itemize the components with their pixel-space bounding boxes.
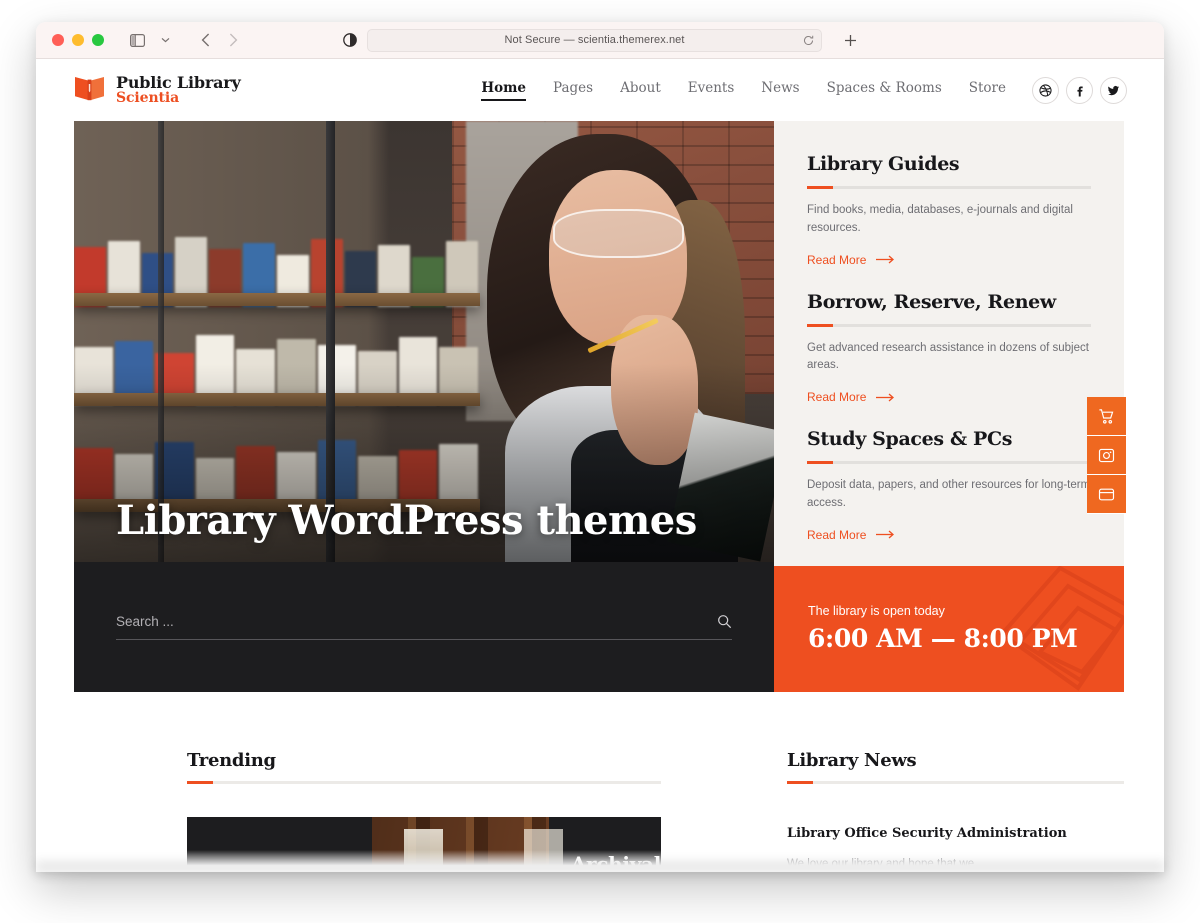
nav-item-about[interactable]: About bbox=[620, 80, 661, 101]
brand-subname: Scientia bbox=[116, 90, 180, 107]
guide-description: Deposit data, papers, and other resource… bbox=[807, 479, 1091, 510]
facebook-icon[interactable] bbox=[1066, 76, 1093, 104]
social-links bbox=[1032, 76, 1127, 104]
read-more-label: Read More bbox=[807, 252, 867, 267]
window-controls bbox=[52, 34, 104, 46]
cart-icon[interactable] bbox=[1087, 397, 1126, 436]
url-text: Not Secure — scientia.themerex.net bbox=[504, 34, 685, 46]
trending-title: Trending bbox=[187, 750, 276, 771]
arrow-right-icon bbox=[876, 255, 895, 264]
minimize-window-button[interactable] bbox=[72, 34, 84, 46]
new-tab-button[interactable] bbox=[844, 34, 857, 47]
divider bbox=[807, 323, 1091, 327]
read-more-link[interactable]: Read More bbox=[807, 390, 895, 404]
guide-card: Borrow, Reserve, Renew Get advanced rese… bbox=[807, 291, 1091, 407]
nav-item-pages[interactable]: Pages bbox=[553, 80, 593, 101]
hours-value: 6:00 AM — 8:00 PM bbox=[808, 624, 1078, 654]
guide-title: Borrow, Reserve, Renew bbox=[807, 290, 1056, 313]
brand-name: Public Library bbox=[116, 72, 241, 92]
divider bbox=[807, 461, 1091, 465]
dribbble-icon[interactable] bbox=[1032, 76, 1059, 104]
news-item-title[interactable]: Library Office Security Administration bbox=[787, 825, 1124, 844]
site-logo[interactable]: Public Library Scientia bbox=[74, 74, 241, 106]
guide-title: Study Spaces & PCs bbox=[807, 428, 1013, 451]
nav-item-news[interactable]: News bbox=[761, 80, 799, 101]
guide-title: Library Guides bbox=[807, 153, 960, 175]
divider bbox=[187, 781, 661, 784]
read-more-link[interactable]: Read More bbox=[807, 253, 895, 267]
sidebar-icon[interactable] bbox=[124, 28, 150, 52]
browser-titlebar: Not Secure — scientia.themerex.net bbox=[36, 22, 1164, 59]
contrast-icon[interactable] bbox=[343, 33, 357, 47]
window-shadow bbox=[36, 862, 1164, 878]
arrow-right-icon bbox=[876, 530, 895, 539]
lower-content: Trending Archival & Special Archival & L… bbox=[36, 692, 1164, 872]
nav-item-store[interactable]: Store bbox=[969, 80, 1006, 101]
read-more-link[interactable]: Read More bbox=[807, 528, 895, 542]
browser-window: Not Secure — scientia.themerex.net Publi… bbox=[36, 22, 1164, 872]
main-navigation: Home Pages About Events News Spaces & Ro… bbox=[481, 80, 1006, 101]
browser-address-area: Not Secure — scientia.themerex.net bbox=[343, 28, 857, 52]
hero-section: Library WordPress themes Search ... Libr… bbox=[74, 121, 1126, 692]
search-input[interactable] bbox=[116, 614, 717, 629]
guide-card: Study Spaces & PCs Deposit data, papers,… bbox=[807, 428, 1091, 544]
close-window-button[interactable] bbox=[52, 34, 64, 46]
hero-image: Library WordPress themes bbox=[74, 121, 774, 562]
floating-side-tabs bbox=[1087, 397, 1126, 514]
divider bbox=[787, 781, 1124, 784]
hours-label: The library is open today bbox=[808, 604, 945, 619]
reload-icon[interactable] bbox=[803, 35, 814, 46]
read-more-label: Read More bbox=[807, 527, 867, 542]
maximize-window-button[interactable] bbox=[92, 34, 104, 46]
website-viewport: Public Library Scientia Home Pages About… bbox=[36, 59, 1164, 872]
opening-hours-panel: The library is open today 6:00 AM — 8:00… bbox=[774, 565, 1124, 692]
library-guides-panel: Library Guides Find books, media, databa… bbox=[774, 121, 1124, 566]
guide-description: Get advanced research assistance in doze… bbox=[807, 341, 1089, 372]
search-icon[interactable] bbox=[717, 614, 732, 629]
divider bbox=[807, 186, 1091, 189]
twitter-icon[interactable] bbox=[1100, 76, 1127, 104]
browser-toolbar-left bbox=[124, 28, 246, 52]
arrow-right-icon bbox=[876, 393, 895, 402]
hero-right-column: Library Guides Find books, media, databa… bbox=[774, 121, 1124, 692]
forward-button[interactable] bbox=[220, 28, 246, 52]
guide-description: Find books, media, databases, e-journals… bbox=[807, 204, 1073, 234]
back-button[interactable] bbox=[192, 28, 218, 52]
trending-section: Trending Archival & Special Archival & bbox=[74, 750, 774, 872]
library-news-section: Library News Library Office Security Adm… bbox=[774, 750, 1124, 872]
hero-search-bar bbox=[74, 562, 774, 692]
nav-item-home[interactable]: Home bbox=[481, 80, 526, 101]
address-bar[interactable]: Not Secure — scientia.themerex.net bbox=[367, 28, 822, 52]
open-book-icon bbox=[74, 74, 105, 106]
guide-card: Library Guides Find books, media, databa… bbox=[807, 153, 1091, 269]
nav-item-events[interactable]: Events bbox=[688, 80, 735, 101]
site-header: Public Library Scientia Home Pages About… bbox=[36, 59, 1164, 121]
news-title: Library News bbox=[787, 750, 917, 771]
chevron-down-icon[interactable] bbox=[152, 28, 178, 52]
layout-icon[interactable] bbox=[1087, 475, 1126, 514]
nav-item-spaces-rooms[interactable]: Spaces & Rooms bbox=[827, 80, 942, 101]
hero-left-column: Library WordPress themes bbox=[74, 121, 774, 692]
image-icon[interactable] bbox=[1087, 436, 1126, 475]
hero-title: Library WordPress themes bbox=[116, 497, 697, 544]
read-more-label: Read More bbox=[807, 390, 867, 405]
